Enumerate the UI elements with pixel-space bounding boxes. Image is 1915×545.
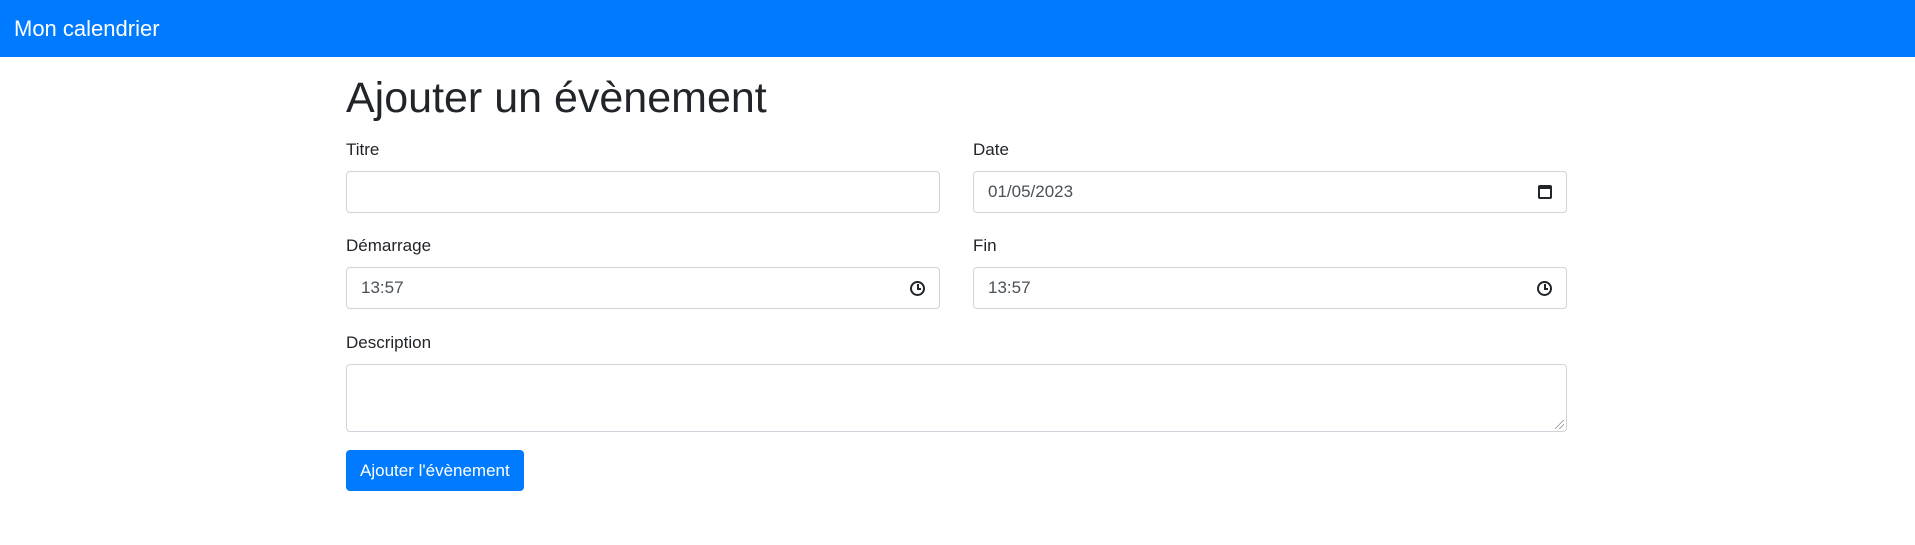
demarrage-value: 13:57	[361, 278, 404, 297]
fin-value: 13:57	[988, 278, 1031, 297]
fin-time-input[interactable]: 13:57	[973, 267, 1567, 309]
titre-field[interactable]	[346, 171, 940, 213]
demarrage-label: Démarrage	[346, 236, 432, 255]
demarrage-time-input[interactable]: 13:57	[346, 267, 940, 309]
clock-icon[interactable]	[910, 280, 925, 296]
titre-label: Titre	[346, 140, 380, 159]
date-value: 01/05/2023	[988, 182, 1074, 201]
clock-icon[interactable]	[1537, 280, 1552, 296]
resize-handle-icon[interactable]	[1555, 420, 1564, 429]
navbar: Mon calendrier	[0, 0, 1915, 57]
add-event-button[interactable]: Ajouter l'évènement	[346, 450, 524, 491]
titre-input[interactable]	[361, 182, 925, 202]
date-input[interactable]: 01/05/2023	[973, 171, 1567, 213]
description-label: Description	[346, 333, 432, 352]
fin-label: Fin	[973, 236, 997, 255]
description-textarea[interactable]	[346, 364, 1567, 432]
date-label: Date	[973, 140, 1009, 159]
page-title: Ajouter un évènement	[346, 74, 767, 122]
calendar-icon[interactable]	[1538, 185, 1552, 199]
navbar-brand[interactable]: Mon calendrier	[14, 17, 160, 40]
